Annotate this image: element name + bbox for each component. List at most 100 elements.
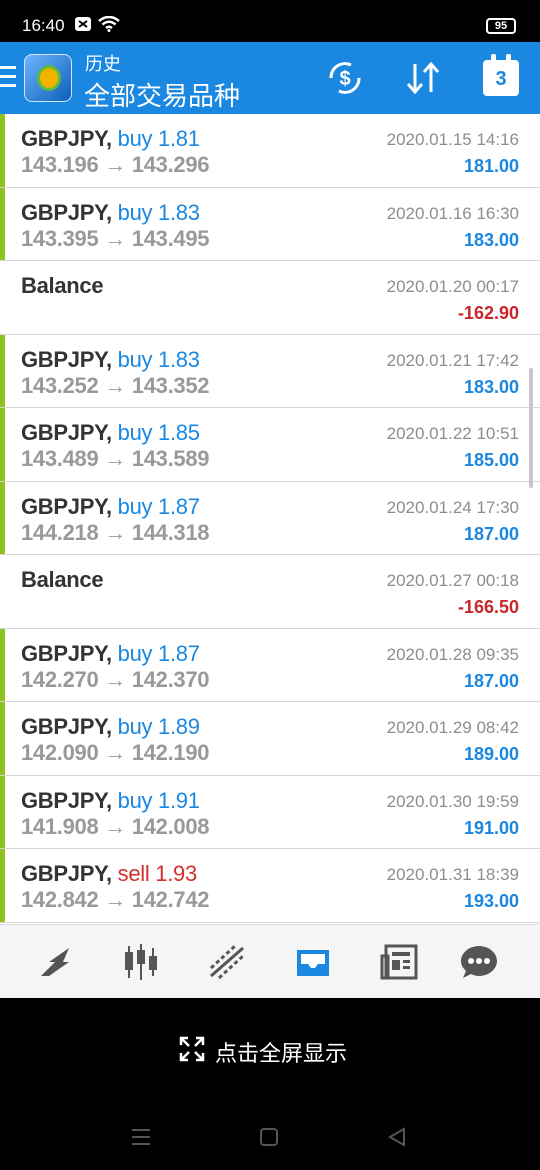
wifi-icon [98,16,120,32]
open-price: 141.908 [21,813,99,839]
balance-label: Balance [21,273,104,298]
close-price: 144.318 [131,519,210,545]
header-subtitle: 历史 [85,54,121,74]
trade-row[interactable]: GBPJPY, buy 1.87 142.270 → 142.370 2020.01… [0,628,540,702]
profit-value: 189.00 [463,744,519,764]
position-indicator-bar [0,775,5,848]
trade-volume: 1.85 [158,420,200,445]
sort-button[interactable] [400,56,446,100]
status-time: 16:40 [22,16,65,35]
trade-datetime: 2020.01.31 18:39 [386,865,519,884]
symbol: GBPJPY, [21,714,112,739]
trade-row[interactable]: GBPJPY, buy 1.83 143.252 → 143.352 2020.01… [0,334,540,408]
history-list[interactable]: GBPJPY, buy 1.81 143.196 → 143.296 2020.01… [0,114,540,924]
arrow-icon: → [104,372,126,398]
position-indicator-bar [0,114,5,187]
trade-datetime: 2020.01.29 08:42 [386,718,519,737]
battery-indicator: 95 [486,18,516,34]
open-price: 142.842 [21,887,99,912]
trade-volume: 1.93 [155,861,197,886]
status-bar: 16:40 95 [0,0,540,42]
trade-datetime: 2020.01.21 17:42 [386,350,519,370]
price-range: 144.218 → 144.318 [21,519,210,546]
open-price: 143.395 [21,225,99,251]
profit-value: -166.50 [457,597,519,617]
trade-row[interactable]: GBPJPY, buy 1.91 141.908 → 142.008 2020.01… [0,775,540,849]
trade-row[interactable]: GBPJPY, sell 1.93 142.842 → 142.742 2020.0… [0,849,540,923]
trade-row[interactable]: GBPJPY, buy 1.85 143.489 → 143.589 2020.01… [0,408,540,482]
profit-value: 191.00 [463,817,519,838]
price-range: 143.196 → 143.296 [21,152,210,178]
trade-datetime: 2020.01.30 19:59 [386,791,519,811]
trade-row[interactable]: GBPJPY, buy 1.83 143.395 → 143.495 2020.01… [0,187,540,261]
fullscreen-label[interactable]: 点击全屏显示 [215,1036,347,1068]
trade-volume: 1.87 [158,493,200,519]
trade-datetime: 2020.01.15 14:16 [386,130,519,149]
nav-chat[interactable] [456,939,502,985]
trade-header: GBPJPY, buy 1.83 [21,200,200,226]
position-indicator-bar [0,702,5,775]
position-indicator-bar [0,334,5,407]
balance-row[interactable]: Balance 2020.01.27 00:18 -166.50 [0,555,540,629]
trade-header: GBPJPY, buy 1.91 [21,788,200,814]
scrollbar[interactable] [529,368,533,488]
trade-datetime: 2020.01.27 00:18 [386,571,519,590]
open-price: 144.218 [21,519,99,545]
trade-datetime: 2020.01.16 16:30 [386,203,519,223]
expand-icon [179,1036,205,1062]
trade-volume: 1.87 [158,640,200,666]
trade-icon [209,944,245,980]
position-indicator-bar [0,481,5,554]
trade-datetime: 2020.01.24 17:30 [386,497,519,517]
app-header: 历史 全部交易品种 $ 3 [0,42,540,114]
close-price: 143.352 [131,372,210,398]
symbol-filter-title[interactable]: 全部交易品种 [84,76,240,113]
nav-news[interactable] [377,939,423,985]
nav-chart[interactable] [118,939,164,985]
profit-value: 181.00 [463,156,519,176]
trade-volume: 1.81 [158,126,200,151]
arrow-icon: → [104,887,126,912]
trade-row[interactable]: GBPJPY, buy 1.81 143.196 → 143.296 2020.01… [0,114,540,188]
arrow-icon: → [104,519,126,545]
arrow-icon: → [104,666,126,692]
position-indicator-bar [0,408,5,481]
price-range: 142.090 → 142.190 [21,740,210,766]
open-price: 142.270 [21,666,99,692]
trade-direction: buy [117,787,153,813]
nav-history[interactable] [290,939,336,985]
close-price: 142.742 [131,887,210,912]
calendar-button[interactable]: 3 [483,54,519,96]
trade-header: GBPJPY, buy 1.87 [21,494,200,520]
currency-toggle-button[interactable]: $ [322,56,368,100]
trade-header: GBPJPY, buy 1.81 [21,126,200,152]
open-price: 142.090 [21,740,99,765]
trade-row[interactable]: GBPJPY, buy 1.87 144.218 → 144.318 2020.01… [0,481,540,555]
symbol: GBPJPY, [21,640,112,666]
menu-icon[interactable] [0,66,16,90]
nav-quotes[interactable] [32,939,78,985]
trade-direction: sell [117,861,150,886]
recent-apps-icon[interactable] [130,1126,152,1148]
profit-value: 185.00 [463,450,519,470]
price-range: 143.395 → 143.495 [21,225,210,252]
trade-header: GBPJPY, sell 1.93 [21,861,197,887]
symbol: GBPJPY, [21,346,112,372]
balance-label: Balance [21,567,104,592]
price-range: 143.252 → 143.352 [21,372,210,399]
trade-header: GBPJPY, buy 1.87 [21,641,200,667]
symbol: GBPJPY, [21,126,112,151]
balance-row[interactable]: Balance 2020.01.20 00:17 -162.90 [0,261,540,335]
arrow-icon: → [104,225,126,251]
back-icon[interactable] [386,1126,408,1148]
news-icon [380,944,418,980]
profit-value: 193.00 [463,891,519,911]
symbol: GBPJPY, [21,861,112,886]
home-icon[interactable] [258,1126,280,1148]
trade-row[interactable]: GBPJPY, buy 1.89 142.090 → 142.190 2020.01… [0,702,540,776]
calendar-day: 3 [495,68,507,90]
open-price: 143.252 [21,372,99,398]
fullscreen-bar[interactable]: 点击全屏显示 [0,998,540,1100]
nav-trade[interactable] [204,939,250,985]
quotes-icon [41,948,69,976]
